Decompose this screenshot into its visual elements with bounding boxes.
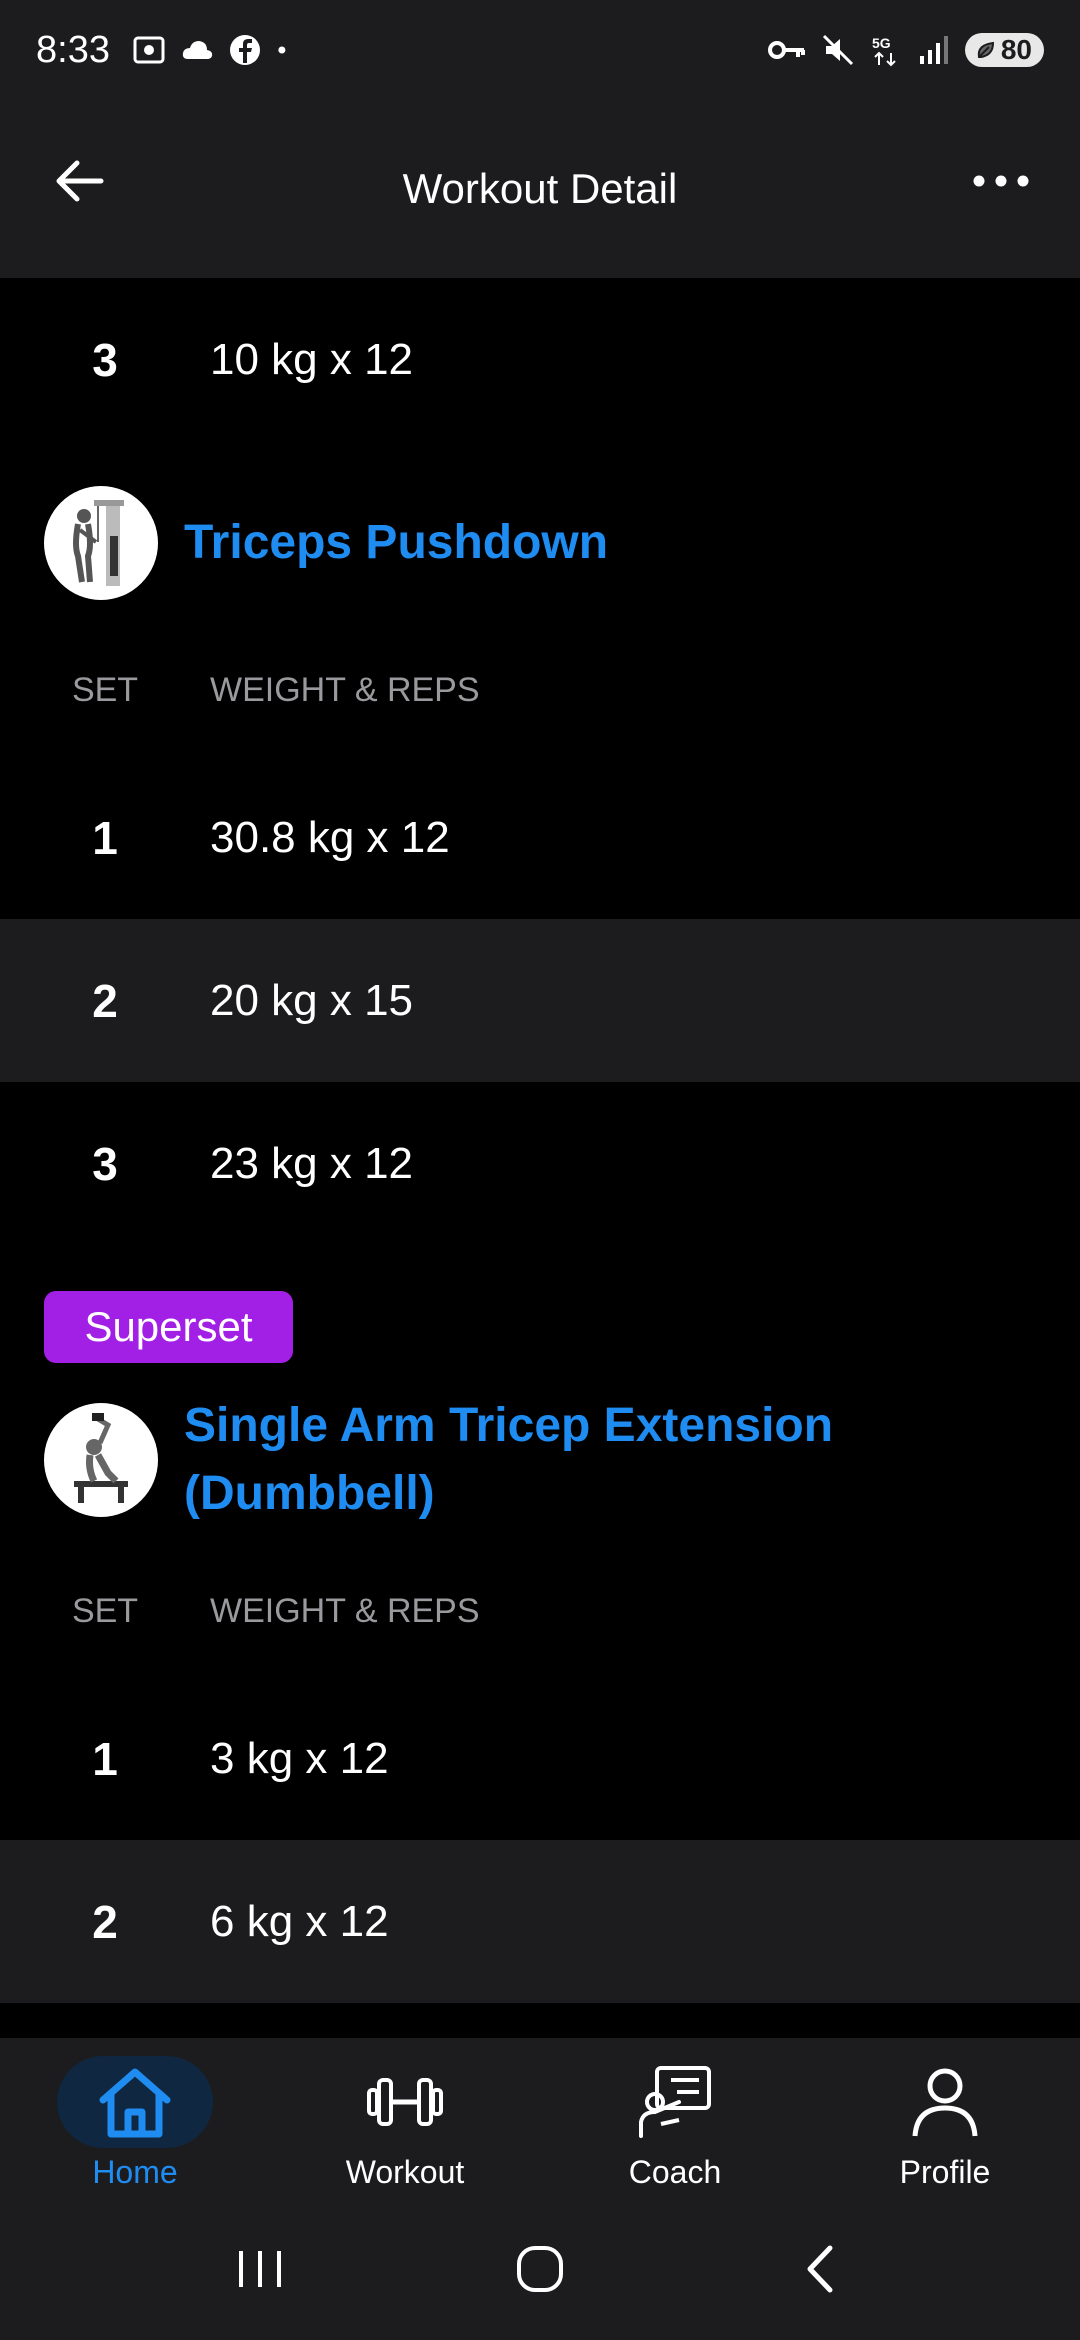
tab-home[interactable]: Home: [0, 2038, 270, 2198]
svg-text:5G: 5G: [872, 35, 891, 51]
battery-indicator: 80: [964, 33, 1044, 67]
set-row: 1 3 kg x 12: [0, 1677, 1080, 1840]
weight-reps-column-header: WEIGHT & REPS: [210, 670, 480, 709]
battery-level: 80: [1000, 34, 1032, 65]
5g-icon: 5G: [872, 35, 896, 67]
exercise-name[interactable]: Single Arm Tricep Extension (Dumbbell): [184, 1392, 833, 1528]
exercise-name-line1: Single Arm Tricep Extension: [184, 1399, 834, 1452]
back-button[interactable]: [44, 146, 114, 216]
set-row: 2 6 kg x 12: [0, 1840, 1080, 2003]
set-row: 3 10 kg x 12: [0, 278, 1080, 441]
set-weight-reps: 23 kg x 12: [210, 1138, 414, 1188]
set-number: 3: [92, 333, 118, 386]
exercise-name-line2: (Dumbbell): [184, 1467, 435, 1520]
set-weight-reps: 30.8 kg x 12: [210, 812, 450, 862]
tab-label: Workout: [345, 2154, 465, 2190]
vpn-key-icon: [767, 41, 805, 59]
dot-icon: [278, 46, 286, 54]
workout-content[interactable]: 3 10 kg x 12 Triceps Pushdown SET WEIGHT…: [0, 278, 1080, 2038]
tab-label: Profile: [899, 2154, 991, 2190]
cable-machine-icon: [73, 500, 124, 586]
set-number: 2: [92, 1895, 118, 1948]
exercise-thumbnail[interactable]: [44, 1403, 158, 1517]
system-navigation-bar: [0, 2198, 1080, 2340]
set-column-header: SET: [71, 670, 139, 709]
app-header: Workout Detail: [0, 100, 1080, 278]
status-right: 5G 80: [767, 33, 1044, 67]
tab-profile[interactable]: Profile: [810, 2038, 1080, 2198]
tab-icon-highlight: [57, 2056, 213, 2148]
set-weight-reps: 6 kg x 12: [210, 1896, 389, 1946]
home-circle-icon: [517, 2246, 563, 2292]
more-dots-icon: [973, 175, 1029, 187]
more-options-button[interactable]: [966, 146, 1036, 216]
home-icon: [99, 2068, 171, 2138]
battery-leaf-icon: [977, 41, 994, 58]
set-weight-reps: 20 kg x 15: [210, 975, 414, 1025]
system-home-button[interactable]: [495, 2224, 585, 2314]
weight-reps-column-header: WEIGHT & REPS: [210, 1591, 480, 1630]
exercise-header[interactable]: Triceps Pushdown: [44, 486, 608, 600]
set-column-header: SET: [71, 1591, 139, 1630]
facebook-icon: [229, 35, 260, 65]
set-weight-reps: 3 kg x 12: [210, 1733, 389, 1783]
bottom-tab-bar: Home Workout Coach Profile: [0, 2038, 1080, 2198]
back-chevron-icon: [807, 2245, 833, 2293]
dumbbell-extension-icon: [74, 1413, 128, 1503]
mute-icon: [822, 34, 853, 66]
profile-icon: [912, 2068, 978, 2137]
coach-icon: [639, 2066, 711, 2138]
tab-coach[interactable]: Coach: [540, 2038, 810, 2198]
screenshot-icon: [133, 36, 165, 64]
status-time: 8:33: [36, 28, 110, 71]
set-row: 1 30.8 kg x 12: [0, 756, 1080, 919]
exercise-name[interactable]: Triceps Pushdown: [184, 509, 608, 577]
superset-badge: Superset: [44, 1291, 293, 1363]
tab-workout[interactable]: Workout: [270, 2038, 540, 2198]
recents-icon: [239, 2251, 281, 2287]
tab-label: Coach: [628, 2154, 722, 2190]
status-left-icons: [132, 33, 296, 67]
set-number: 1: [92, 1732, 118, 1785]
column-headers: SET WEIGHT & REPS: [0, 660, 1080, 720]
cloud-icon: [182, 41, 213, 59]
set-row: 3 23 kg x 12: [0, 1082, 1080, 1245]
set-weight-reps: 10 kg x 12: [210, 334, 414, 384]
set-row: 2 20 kg x 15: [0, 919, 1080, 1082]
exercise-thumbnail[interactable]: [44, 486, 158, 600]
dumbbell-icon: [367, 2078, 443, 2126]
column-headers: SET WEIGHT & REPS: [0, 1581, 1080, 1641]
status-bar: 8:33 5G 80: [0, 0, 1080, 100]
set-number: 1: [92, 811, 118, 864]
tab-label: Home: [92, 2154, 178, 2190]
signal-icon: [919, 36, 948, 64]
recents-button[interactable]: [215, 2224, 305, 2314]
back-arrow-icon: [56, 160, 104, 202]
exercise-header[interactable]: Single Arm Tricep Extension (Dumbbell): [44, 1392, 833, 1528]
set-number: 2: [92, 974, 118, 1027]
system-back-button[interactable]: [775, 2224, 865, 2314]
set-number: 3: [92, 1137, 118, 1190]
page-title: Workout Detail: [402, 165, 678, 212]
